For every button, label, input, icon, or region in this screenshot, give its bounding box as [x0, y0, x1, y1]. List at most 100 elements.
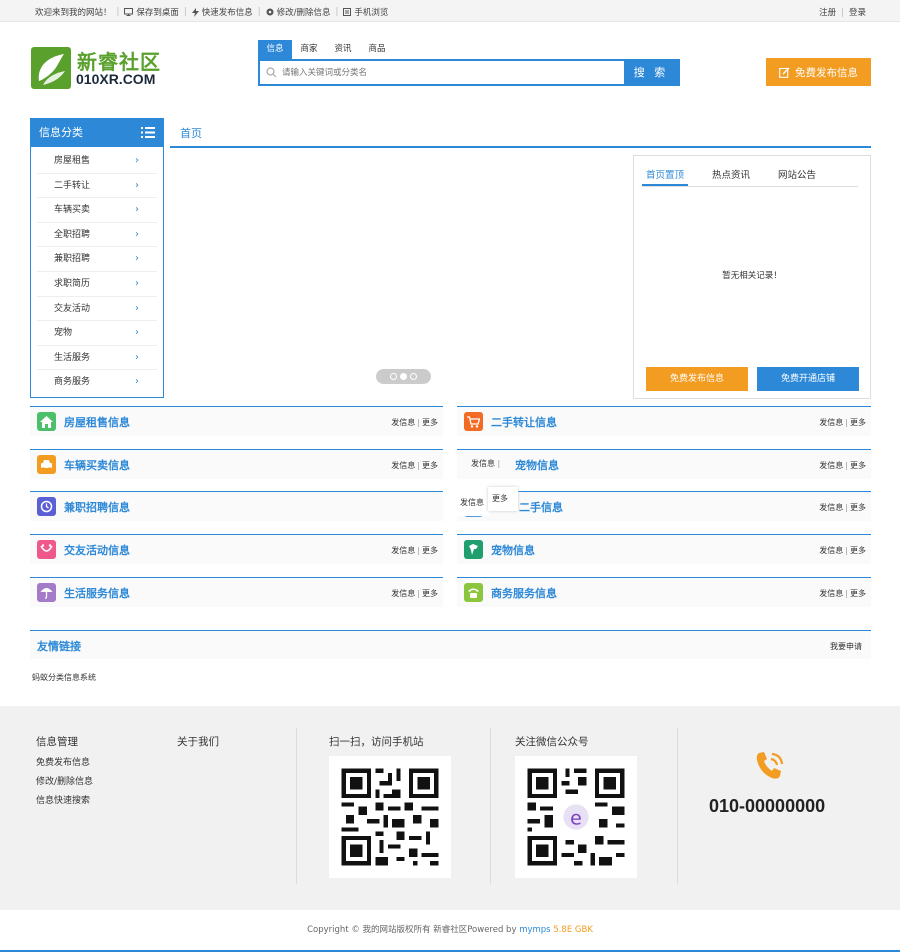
section-secondhand-2: 二手信息 发信息 | 更多	[457, 491, 871, 521]
gear-icon	[266, 8, 274, 16]
section-title[interactable]: 交友活动信息	[64, 542, 130, 558]
footer-link[interactable]: 修改/删除信息	[36, 774, 93, 787]
category-item[interactable]: 宠物 ›	[37, 321, 157, 346]
svg-text:e: e	[570, 808, 582, 830]
notice-post-button[interactable]: 免费发布信息	[646, 367, 748, 391]
section-links: 发信息 | 更多	[819, 589, 866, 598]
tab-hot-news[interactable]: 热点资讯	[708, 167, 754, 186]
post-link[interactable]: 发信息	[391, 461, 415, 470]
section-title[interactable]: 二手信息	[519, 499, 563, 515]
list-menu-icon	[141, 127, 155, 138]
main-nav: 首页	[170, 118, 871, 148]
category-item[interactable]: 交友活动 ›	[37, 297, 157, 322]
footer-link[interactable]: 信息快速搜索	[36, 793, 90, 806]
search-tab-info[interactable]: 信息	[258, 40, 292, 59]
slider-dot[interactable]	[410, 373, 417, 380]
tab-top-posts[interactable]: 首页置顶	[642, 167, 689, 186]
section-title[interactable]: 生活服务信息	[64, 585, 130, 601]
post-link[interactable]: 发信息	[819, 546, 843, 555]
section-car: 车辆买卖信息 发信息 | 更多	[30, 449, 443, 479]
search-area: 信息 商家 资讯 商品 搜 索	[258, 40, 680, 86]
search-tab-news[interactable]: 资讯	[326, 40, 360, 59]
search-tab-shops[interactable]: 商家	[292, 40, 326, 59]
section-title[interactable]: 兼职招聘信息	[64, 499, 130, 515]
more-link[interactable]: 更多	[850, 546, 866, 555]
nav-home[interactable]: 首页	[180, 125, 202, 141]
friend-link-item[interactable]: 蚂蚁分类信息系统	[32, 672, 96, 683]
category-item[interactable]: 兼职招聘 ›	[37, 247, 157, 272]
house-icon	[37, 412, 56, 431]
more-link[interactable]: 更多	[850, 418, 866, 427]
section-title[interactable]: 宠物信息	[491, 542, 535, 558]
friend-links-bar: 友情链接 我要申请	[30, 630, 871, 659]
copyright-bar: Copyright © 我的网站版权所有 新睿社区Powered by mymp…	[0, 910, 900, 952]
car-icon	[37, 455, 56, 474]
category-item[interactable]: 商务服务 ›	[37, 370, 157, 395]
tablet-icon	[343, 8, 352, 16]
category-item[interactable]: 生活服务 ›	[37, 346, 157, 371]
mobile-browse-link[interactable]: 手机浏览	[343, 6, 388, 18]
section-title[interactable]: 宠物信息	[515, 457, 559, 473]
section-links: 发信息 | 更多	[819, 503, 866, 512]
phone-icon	[756, 752, 784, 779]
section-title[interactable]: 车辆买卖信息	[64, 457, 130, 473]
more-link[interactable]: 更多	[850, 503, 866, 512]
more-link[interactable]: 更多	[422, 461, 438, 470]
post-link[interactable]: 发信息	[819, 461, 843, 470]
post-link[interactable]: 发信息	[819, 418, 843, 427]
search-icon	[266, 67, 277, 78]
post-link[interactable]: 发信息	[819, 503, 843, 512]
overlap-more-link: 更多	[488, 487, 518, 511]
section-links: 发信息 | 更多	[819, 418, 866, 427]
footer-link[interactable]: 免费发布信息	[36, 755, 90, 768]
edit-delete-link[interactable]: 修改/删除信息	[266, 6, 331, 18]
login-link[interactable]: 登录	[849, 8, 866, 18]
category-item[interactable]: 全职招聘 ›	[37, 223, 157, 248]
chevron-right-icon: ›	[135, 302, 139, 314]
register-link[interactable]: 注册	[819, 8, 836, 18]
apply-link[interactable]: 我要申请	[830, 641, 862, 652]
chevron-right-icon: ›	[135, 228, 139, 240]
chevron-right-icon: ›	[135, 327, 139, 339]
more-link[interactable]: 更多	[422, 418, 438, 427]
category-item[interactable]: 二手转让 ›	[37, 174, 157, 199]
powered-by-link[interactable]: mymps	[519, 925, 550, 935]
category-item[interactable]: 房屋租售 ›	[37, 149, 157, 174]
section-title[interactable]: 二手转让信息	[491, 414, 557, 430]
post-link[interactable]: 发信息	[391, 418, 415, 427]
leaf-logo-icon	[31, 47, 71, 89]
more-link[interactable]: 更多	[850, 589, 866, 598]
save-desktop-link[interactable]: 保存到桌面	[124, 6, 179, 18]
search-input[interactable]	[282, 65, 622, 81]
footer-about-title[interactable]: 关于我们	[177, 734, 219, 749]
free-publish-button[interactable]: 免费发布信息	[766, 58, 871, 86]
open-shop-button[interactable]: 免费开通店铺	[757, 367, 859, 391]
more-link[interactable]: 更多	[422, 589, 438, 598]
post-link[interactable]: 发信息	[819, 589, 843, 598]
more-link[interactable]: 更多	[422, 546, 438, 555]
wechat-qr-code: e	[515, 756, 637, 878]
search-tabs: 信息 商家 资讯 商品	[258, 40, 680, 59]
quick-post-link[interactable]: 快速发布信息	[191, 6, 253, 18]
overlap-post-link: 发信息	[456, 490, 490, 516]
search-button[interactable]: 搜 索	[624, 61, 678, 84]
chevron-right-icon: ›	[135, 376, 139, 388]
tab-announcements[interactable]: 网站公告	[774, 167, 820, 186]
category-item[interactable]: 求职简历 ›	[37, 272, 157, 297]
post-link[interactable]: 发信息	[391, 589, 415, 598]
section-title[interactable]: 房屋租售信息	[64, 414, 130, 430]
site-logo[interactable]: 新睿社区 010XR.COM	[31, 47, 167, 89]
lightning-icon	[191, 7, 199, 17]
category-panel: 信息分类 房屋租售 › 二手转让 › 车辆买卖 › 全职招聘 › 兼职招聘 › 求职简历 ›…	[30, 118, 164, 398]
category-list: 房屋租售 › 二手转让 › 车辆买卖 › 全职招聘 › 兼职招聘 › 求职简历 › 交友活动…	[31, 147, 163, 395]
post-link[interactable]: 发信息	[391, 546, 415, 555]
slider-dot[interactable]	[390, 373, 397, 380]
section-title[interactable]: 商务服务信息	[491, 585, 557, 601]
monitor-icon	[124, 8, 134, 16]
more-link[interactable]: 更多	[850, 461, 866, 470]
slider-dot-active[interactable]	[400, 373, 407, 380]
search-tab-goods[interactable]: 商品	[360, 40, 394, 59]
category-item[interactable]: 车辆买卖 ›	[37, 198, 157, 223]
chevron-right-icon: ›	[135, 351, 139, 363]
section-life: 生活服务信息 发信息 | 更多	[30, 577, 443, 607]
